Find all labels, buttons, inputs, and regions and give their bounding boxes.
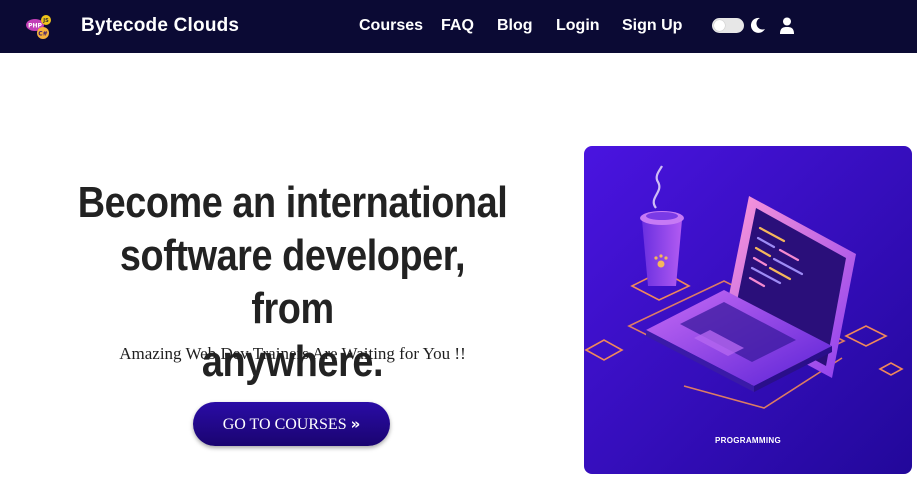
headline-line: software developer, from: [119, 231, 466, 333]
navbar: PHP JS C# Bytecode Clouds Courses FAQ Bl…: [0, 0, 917, 53]
nav-link-courses[interactable]: Courses: [359, 17, 423, 35]
nav-link-faq[interactable]: FAQ: [441, 17, 474, 35]
double-chevron-right-icon: »: [350, 415, 361, 433]
programming-illustration: [584, 146, 912, 474]
nav-link-blog[interactable]: Blog: [497, 17, 533, 35]
brand-name[interactable]: Bytecode Clouds: [81, 15, 239, 37]
nav-link-login[interactable]: Login: [556, 17, 600, 35]
moon-icon: [750, 17, 765, 33]
toggle-knob: [714, 20, 725, 31]
headline-line: Become an international: [77, 178, 508, 227]
theme-toggle[interactable]: [712, 18, 744, 33]
illustration-caption: PROGRAMMING: [715, 436, 781, 445]
cta-label: GO TO COURSES: [222, 416, 347, 433]
svg-text:JS: JS: [42, 18, 49, 24]
user-icon[interactable]: [779, 17, 795, 34]
svg-text:C#: C#: [38, 31, 47, 38]
hero-subline: Amazing Web Dev Trainers Are Waiting for…: [119, 344, 466, 363]
nav-link-signup[interactable]: Sign Up: [622, 17, 682, 35]
go-to-courses-button[interactable]: GO TO COURSES»: [193, 402, 390, 446]
logo-icon[interactable]: PHP JS C#: [25, 13, 53, 41]
